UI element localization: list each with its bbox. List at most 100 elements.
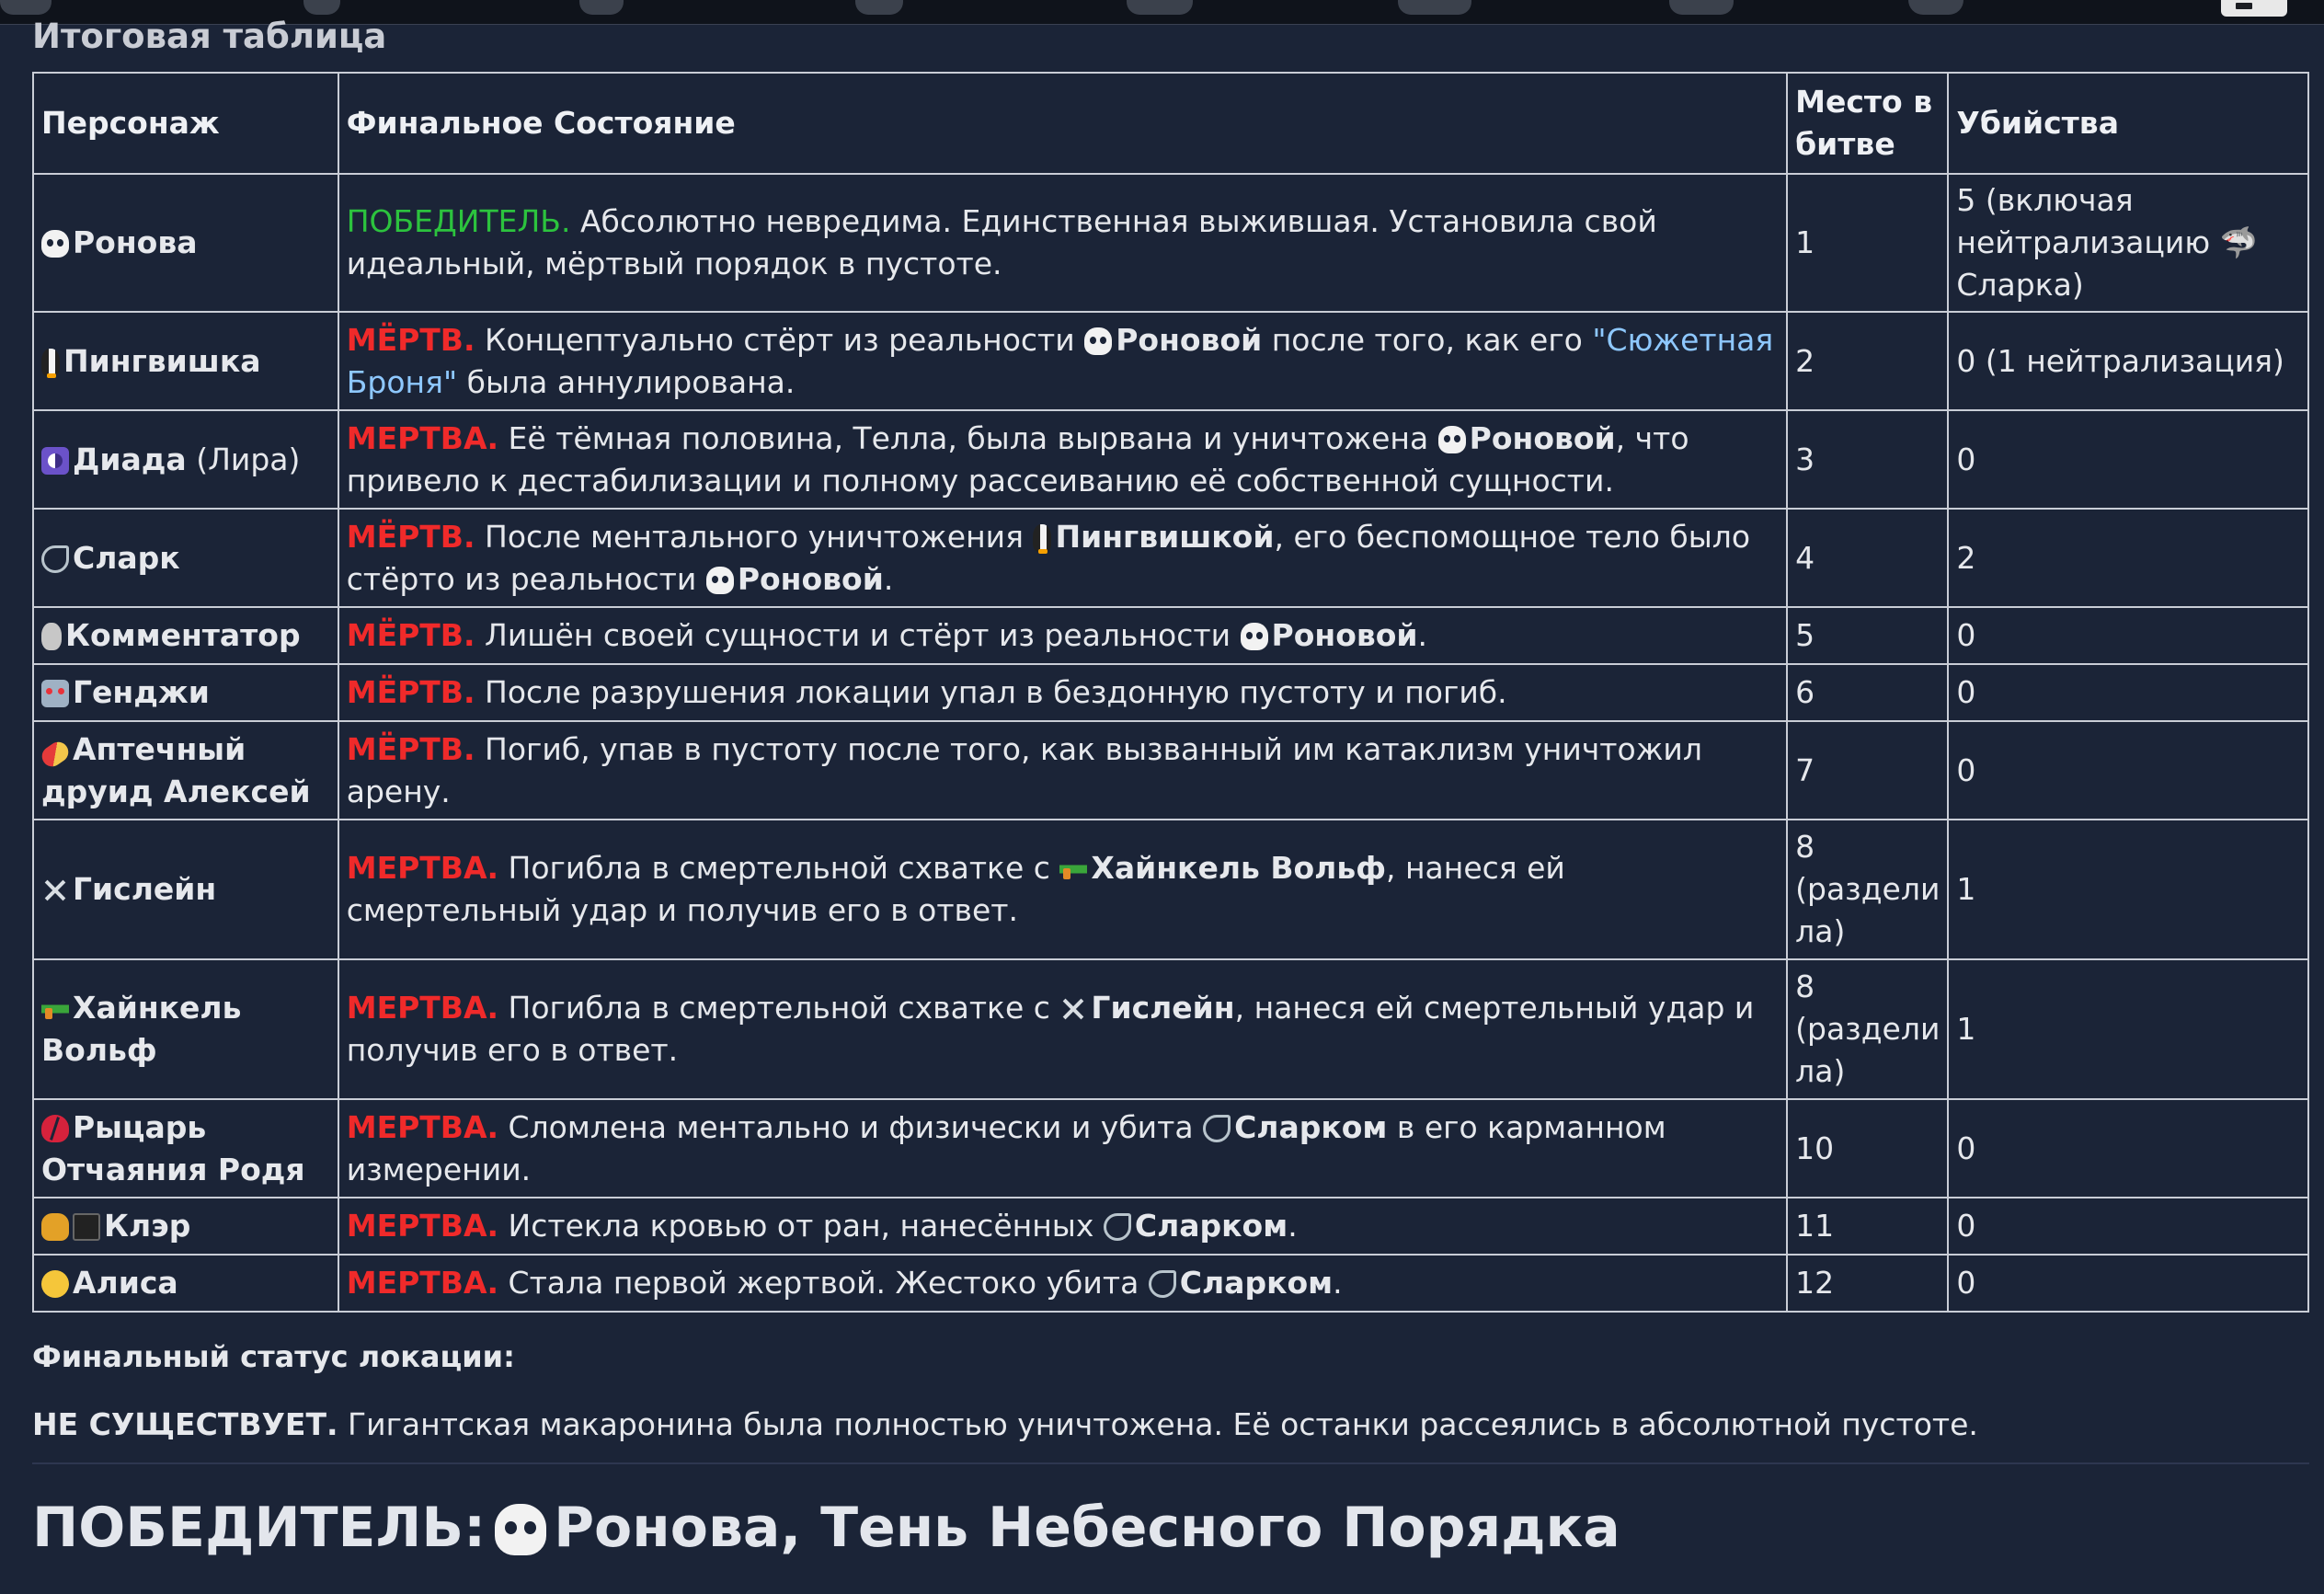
toolbar-icon-6[interactable] xyxy=(1398,0,1471,15)
skull-icon xyxy=(1084,327,1113,355)
final-state-cell: МЁРТВ. После ментального уничтожения Пин… xyxy=(337,508,1789,608)
header-kills: Убийства xyxy=(1947,72,2309,175)
state-text: После ментального уничтожения xyxy=(485,518,1034,555)
toolbar-icon-5[interactable] xyxy=(1127,0,1193,15)
robot-icon xyxy=(41,680,69,707)
place-cell: 2 xyxy=(1786,311,1950,411)
toolbar-icon-8[interactable] xyxy=(1908,0,1963,15)
status-label: МЁРТВ. xyxy=(346,518,475,555)
character-name: Хайнкель Вольф xyxy=(41,990,242,1068)
penguin-icon xyxy=(41,348,60,378)
location-status-value: НЕ СУЩЕСТВУЕТ. xyxy=(32,1406,338,1442)
skull-icon xyxy=(1240,623,1268,650)
character-name: Генджи xyxy=(73,674,210,710)
character-name: Пингвишка xyxy=(63,342,261,379)
place-cell: 1 xyxy=(1786,173,1950,313)
toolbar-icon-4[interactable] xyxy=(855,0,903,15)
final-state-cell: МЁРТВ. После разрушения локации упал в б… xyxy=(337,663,1789,722)
kills-cell: 0 xyxy=(1947,663,2309,722)
character-name: Диада xyxy=(73,441,187,477)
kills-cell: 1 xyxy=(1947,958,2309,1100)
microphone-icon xyxy=(41,623,62,650)
character-cell: Диада (Лира) xyxy=(32,409,339,510)
status-label: МЁРТВ. xyxy=(346,321,475,358)
state-text: Погибла в смертельной схватке с xyxy=(508,850,1060,886)
place-cell: 5 xyxy=(1786,606,1950,665)
winner-name: Ронова, Тень Небесного Порядка xyxy=(554,1496,1620,1560)
final-state-cell: МЕРТВА. Истекла кровью от ран, нанесённы… xyxy=(337,1197,1789,1256)
character-cell: Генджи xyxy=(32,663,339,722)
toolbar-menu-button[interactable] xyxy=(2221,0,2287,17)
table-row: Алиса МЕРТВА. Стала первой жертвой. Жесто… xyxy=(32,1254,2309,1313)
character-mention: Роновой xyxy=(1116,321,1263,358)
character-cell: Пингвишка xyxy=(32,311,339,411)
state-text: после того, как его xyxy=(1262,321,1593,358)
kills-cell: 0 (1 нейтрализация) xyxy=(1947,311,2309,411)
divider xyxy=(32,1462,2309,1464)
table-row: Генджи МЁРТВ. После разрушения локации уп… xyxy=(32,663,2309,722)
water-gun-icon xyxy=(41,995,69,1023)
state-text: . xyxy=(1417,617,1428,653)
status-label: МЁРТВ. xyxy=(346,674,475,710)
state-text: была аннулирована. xyxy=(457,363,796,400)
place-cell: 4 xyxy=(1786,508,1950,608)
header-place: Место в битве xyxy=(1786,72,1950,175)
skull-icon xyxy=(41,230,69,258)
character-mention: Роновой xyxy=(1469,419,1616,456)
penguin-icon xyxy=(1033,523,1052,554)
toolbar-icon-7[interactable] xyxy=(1669,0,1734,15)
place-cell: 10 xyxy=(1786,1098,1950,1198)
final-state-cell: МЕРТВА. Погибла в смертельной схватке с … xyxy=(337,958,1789,1100)
state-text: Сломлена ментально и физически и убита xyxy=(508,1108,1204,1145)
final-state-cell: МЕРТВА. Сломлена ментально и физически и… xyxy=(337,1098,1789,1198)
location-status-description: Гигантская макаронина была полностью уни… xyxy=(338,1406,1978,1442)
shark-icon xyxy=(1148,1270,1176,1298)
broken-heart-icon xyxy=(41,1114,69,1142)
header-final-state: Финальное Состояние xyxy=(337,72,1789,175)
final-state-cell: МЁРТВ. Погиб, упав в пустоту после того,… xyxy=(337,720,1789,820)
status-label: ПОБЕДИТЕЛЬ. xyxy=(346,203,571,239)
character-cell: Алиса xyxy=(32,1254,339,1313)
summary-table: Персонаж Финальное Состояние Место в бит… xyxy=(32,72,2309,1313)
table-row: Клэр МЕРТВА. Истекла кровью от ран, нанес… xyxy=(32,1197,2309,1256)
place-cell: 12 xyxy=(1786,1254,1950,1313)
place-cell: 3 xyxy=(1786,409,1950,510)
kills-cell: 1 xyxy=(1947,819,2309,960)
state-text: Погиб, упав в пустоту после того, как вы… xyxy=(346,730,1702,809)
section-title: Итоговая таблица xyxy=(32,17,387,56)
character-name: Аптечный друид Алексей xyxy=(41,730,311,809)
character-name: Гислейн xyxy=(73,871,217,907)
place-cell: 7 xyxy=(1786,720,1950,820)
table-row: Рыцарь Отчаяния Родя МЕРТВА. Сломлена мен… xyxy=(32,1098,2309,1198)
character-mention: Пингвишкой xyxy=(1055,518,1275,555)
shark-icon xyxy=(1103,1213,1131,1241)
toolbar-icon-1[interactable] xyxy=(0,0,52,15)
status-label: МЕРТВА. xyxy=(346,1265,499,1301)
toolbar-icon-2[interactable] xyxy=(303,0,340,15)
pill-icon xyxy=(38,737,73,771)
character-name: Алиса xyxy=(73,1265,178,1301)
state-text: Концептуально стёрт из реальности xyxy=(485,321,1085,358)
toolbar-icon-3[interactable] xyxy=(579,0,624,15)
character-mention: Сларком xyxy=(1179,1265,1334,1301)
status-label: МЕРТВА. xyxy=(346,419,499,456)
character-name: Сларк xyxy=(73,539,180,576)
table-row: Сларк МЁРТВ. После ментального уничтожени… xyxy=(32,508,2309,608)
kills-cell: 2 xyxy=(1947,508,2309,608)
winner-heading: ПОБЕДИТЕЛЬ: Ронова, Тень Небесного Порядк… xyxy=(32,1495,1620,1561)
character-mention: Сларком xyxy=(1134,1208,1288,1244)
state-text: . xyxy=(1288,1208,1298,1244)
final-state-cell: МЕРТВА. Стала первой жертвой. Жестоко уб… xyxy=(337,1254,1789,1313)
final-state-cell: МЁРТВ. Концептуально стёрт из реальности… xyxy=(337,311,1789,411)
yinyang-icon xyxy=(41,446,69,475)
character-mention: Гислейн xyxy=(1091,990,1235,1026)
state-text: . xyxy=(883,560,894,597)
water-gun-icon xyxy=(1059,855,1088,883)
skull-icon xyxy=(705,566,734,594)
shark-icon xyxy=(41,545,69,573)
black-cat-icon xyxy=(41,1213,69,1241)
kills-cell: 5 (включая нейтрализацию 🦈 Сларка) xyxy=(1947,173,2309,313)
table-row: Аптечный друид Алексей МЁРТВ. Погиб, упав… xyxy=(32,720,2309,820)
state-text: Лишён своей сущности и стёрт из реальнос… xyxy=(485,617,1241,653)
table-row: Комментатор МЁРТВ. Лишён своей сущности и… xyxy=(32,606,2309,665)
